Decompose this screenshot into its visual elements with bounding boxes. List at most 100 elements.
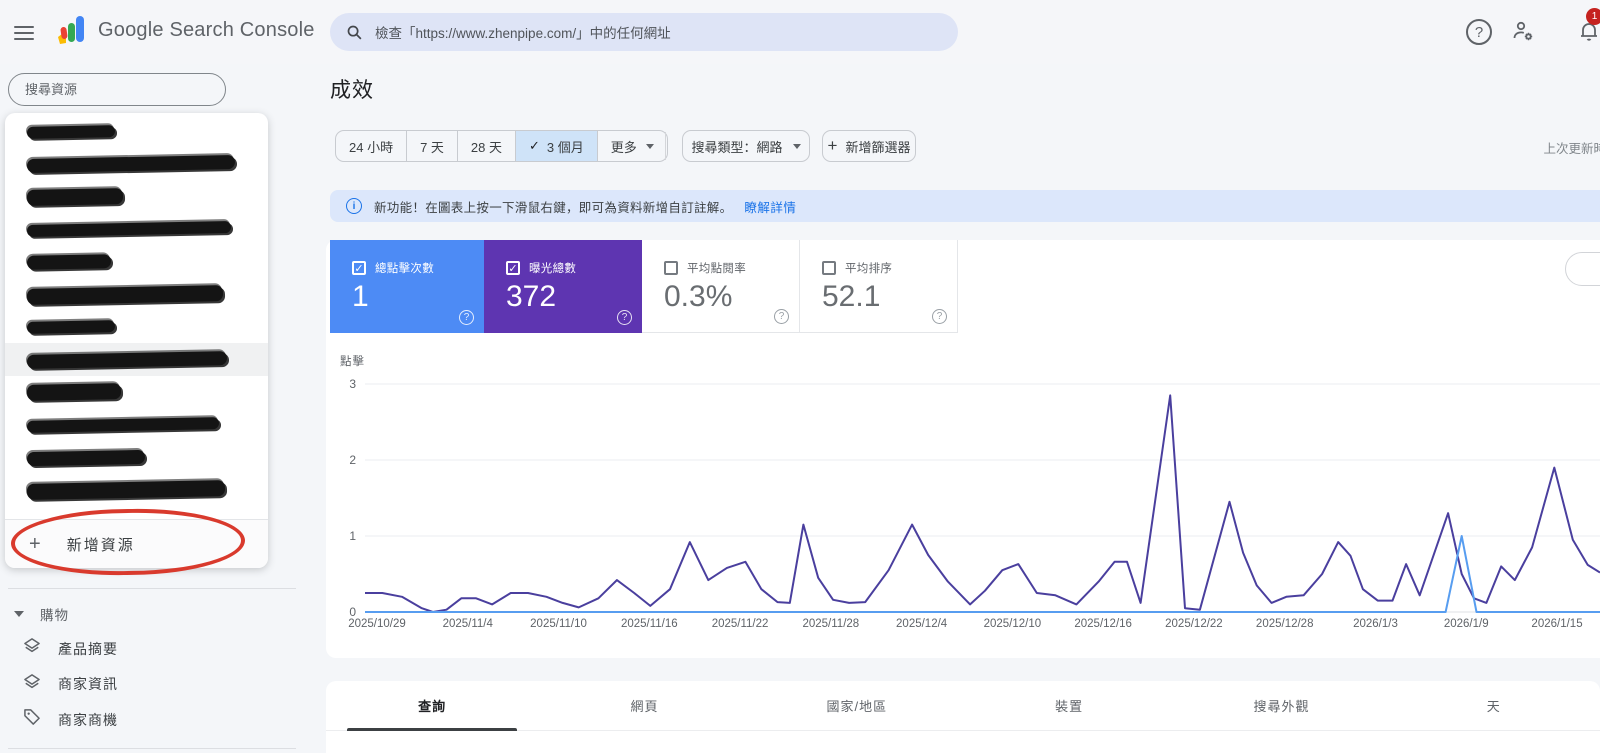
search-console-logo-icon: [58, 16, 84, 44]
unchecked-checkbox-icon[interactable]: [822, 261, 836, 275]
page-title: 成效: [330, 79, 374, 102]
property-list-item[interactable]: [5, 180, 268, 213]
google-search-console-app: Google Search Console 檢查「https://www.zhe…: [0, 0, 1600, 753]
app-logo[interactable]: Google Search Console: [54, 13, 315, 47]
redacted-property-name: [26, 124, 116, 139]
app-title: Google Search Console: [98, 18, 315, 41]
property-list-item[interactable]: [5, 213, 268, 246]
help-icon[interactable]: ?: [932, 309, 947, 324]
sidebar-item-3[interactable]: 商家商機: [22, 707, 118, 732]
metric-value: 372: [506, 280, 557, 313]
plus-icon: +: [29, 532, 41, 555]
tag-icon: [22, 707, 42, 732]
sidebar-item-label: 商家資訊: [58, 676, 118, 692]
property-list-item[interactable]: [5, 474, 268, 507]
metric-header: 平均排序: [822, 260, 892, 276]
date-filter-7天[interactable]: 7 天: [407, 131, 458, 161]
date-filter-更多[interactable]: 更多: [598, 131, 667, 161]
tab-網頁[interactable]: 網頁: [538, 681, 750, 730]
layers-icon: [22, 672, 42, 697]
checked-checkbox-icon[interactable]: ✓: [352, 261, 366, 275]
last-updated-label: 上次更新時: [1543, 142, 1600, 156]
property-list-item[interactable]: [5, 376, 268, 409]
check-icon: ✓: [529, 138, 540, 153]
notification-count-badge: 1: [1586, 8, 1600, 25]
help-icon[interactable]: ?: [1466, 19, 1492, 45]
sidebar-divider: [8, 588, 296, 589]
learn-more-link[interactable]: 瞭解詳情: [744, 197, 796, 216]
sidebar-divider-bottom: [8, 748, 296, 749]
add-property-button[interactable]: + 新增資源: [5, 520, 268, 568]
help-icon[interactable]: ?: [459, 310, 474, 325]
tab-搜尋外觀[interactable]: 搜尋外觀: [1175, 681, 1387, 730]
date-filter-label: 更多: [610, 139, 637, 155]
tab-裝置[interactable]: 裝置: [963, 681, 1175, 730]
x-tick-label: 2025/12/22: [1165, 618, 1223, 630]
property-list-item[interactable]: [5, 115, 268, 148]
tab-天[interactable]: 天: [1388, 681, 1600, 730]
date-filter-24小時[interactable]: 24 小時: [336, 131, 408, 161]
chart-y-axis-label: 點擊: [340, 356, 365, 368]
property-list-item[interactable]: [5, 278, 268, 311]
x-tick-label: 2025/12/16: [1074, 618, 1132, 630]
sidebar-item-2[interactable]: 商家資訊: [22, 672, 118, 697]
x-tick-label: 2026/1/9: [1443, 618, 1489, 630]
checked-checkbox-icon[interactable]: ✓: [506, 261, 520, 275]
metric-label: 總點擊次數: [375, 263, 434, 275]
url-inspection-search-bar[interactable]: 檢查「https://www.zhenpipe.com/」中的任何網址: [330, 13, 958, 51]
metric-value: 52.1: [822, 280, 881, 313]
y-tick-label: 1: [349, 529, 356, 543]
x-tick-label: 2025/12/10: [983, 618, 1042, 630]
date-filter-3個月[interactable]: ✓ 3 個月: [516, 131, 598, 161]
series-line-總點擊次數: [365, 535, 1600, 613]
metric-card-2[interactable]: ✓ 曝光總數 372?: [484, 240, 642, 333]
property-list-item[interactable]: [5, 245, 268, 278]
date-filter-28天[interactable]: 28 天: [458, 131, 516, 161]
redacted-property-name: [26, 221, 232, 238]
new-filter-button[interactable]: + 新增篩選器: [822, 130, 916, 162]
export-button-fragment[interactable]: [1565, 252, 1600, 286]
redacted-property-name: [26, 320, 116, 334]
date-filter-label: 7 天: [420, 139, 444, 155]
property-list-item[interactable]: [5, 148, 268, 181]
help-icon[interactable]: ?: [774, 309, 789, 324]
filter-divider: [665, 132, 666, 160]
metric-label: 平均點閱率: [687, 263, 746, 275]
info-icon: i: [346, 198, 362, 214]
sidebar-item-1[interactable]: 產品摘要: [22, 636, 118, 661]
x-tick-label: 2025/11/28: [802, 618, 860, 630]
redacted-property-name: [26, 187, 124, 206]
metric-card-1[interactable]: ✓ 總點擊次數 1?: [330, 240, 484, 333]
x-tick-label: 2025/11/22: [711, 618, 769, 630]
search-type-filter-button[interactable]: 搜尋類型：網路: [682, 130, 810, 162]
redacted-property-name: [26, 284, 224, 305]
date-filter-label: 24 小時: [349, 139, 394, 155]
x-tick-label: 2025/11/16: [620, 618, 678, 630]
metric-value: 1: [352, 280, 369, 313]
property-list-item[interactable]: [5, 343, 268, 377]
user-settings-icon[interactable]: [1510, 19, 1536, 45]
search-icon: [347, 25, 362, 39]
x-tick-label: 2025/10/29: [348, 618, 406, 630]
unchecked-checkbox-icon[interactable]: [664, 261, 678, 275]
y-tick-label: 3: [349, 377, 356, 391]
x-tick-label: 2026/1/3: [1353, 618, 1398, 630]
property-list-item[interactable]: [5, 311, 268, 344]
property-list-item[interactable]: [5, 408, 268, 441]
series-line-曝光總數: [365, 394, 1600, 613]
menu-icon[interactable]: [14, 22, 38, 42]
metric-card-4[interactable]: 平均排序 52.1?: [800, 240, 958, 333]
top-bar: Google Search Console 檢查「https://www.zhe…: [0, 0, 1600, 64]
tab-國家/地區[interactable]: 國家/地區: [751, 681, 963, 730]
sidebar-section-shopping[interactable]: 購物: [14, 604, 69, 624]
property-list-item[interactable]: [5, 441, 268, 474]
property-search-input[interactable]: [8, 73, 226, 106]
tab-查詢[interactable]: 查詢: [326, 681, 538, 731]
sidebar-item-label: 商家商機: [58, 711, 118, 728]
metric-header: ✓ 曝光總數: [506, 260, 576, 276]
property-dropdown-panel: + 新增資源: [5, 113, 268, 577]
metric-label: 平均排序: [845, 263, 893, 275]
help-icon[interactable]: ?: [617, 310, 632, 325]
y-tick-label: 2: [349, 453, 356, 467]
metric-card-3[interactable]: 平均點閱率 0.3%?: [642, 240, 800, 333]
